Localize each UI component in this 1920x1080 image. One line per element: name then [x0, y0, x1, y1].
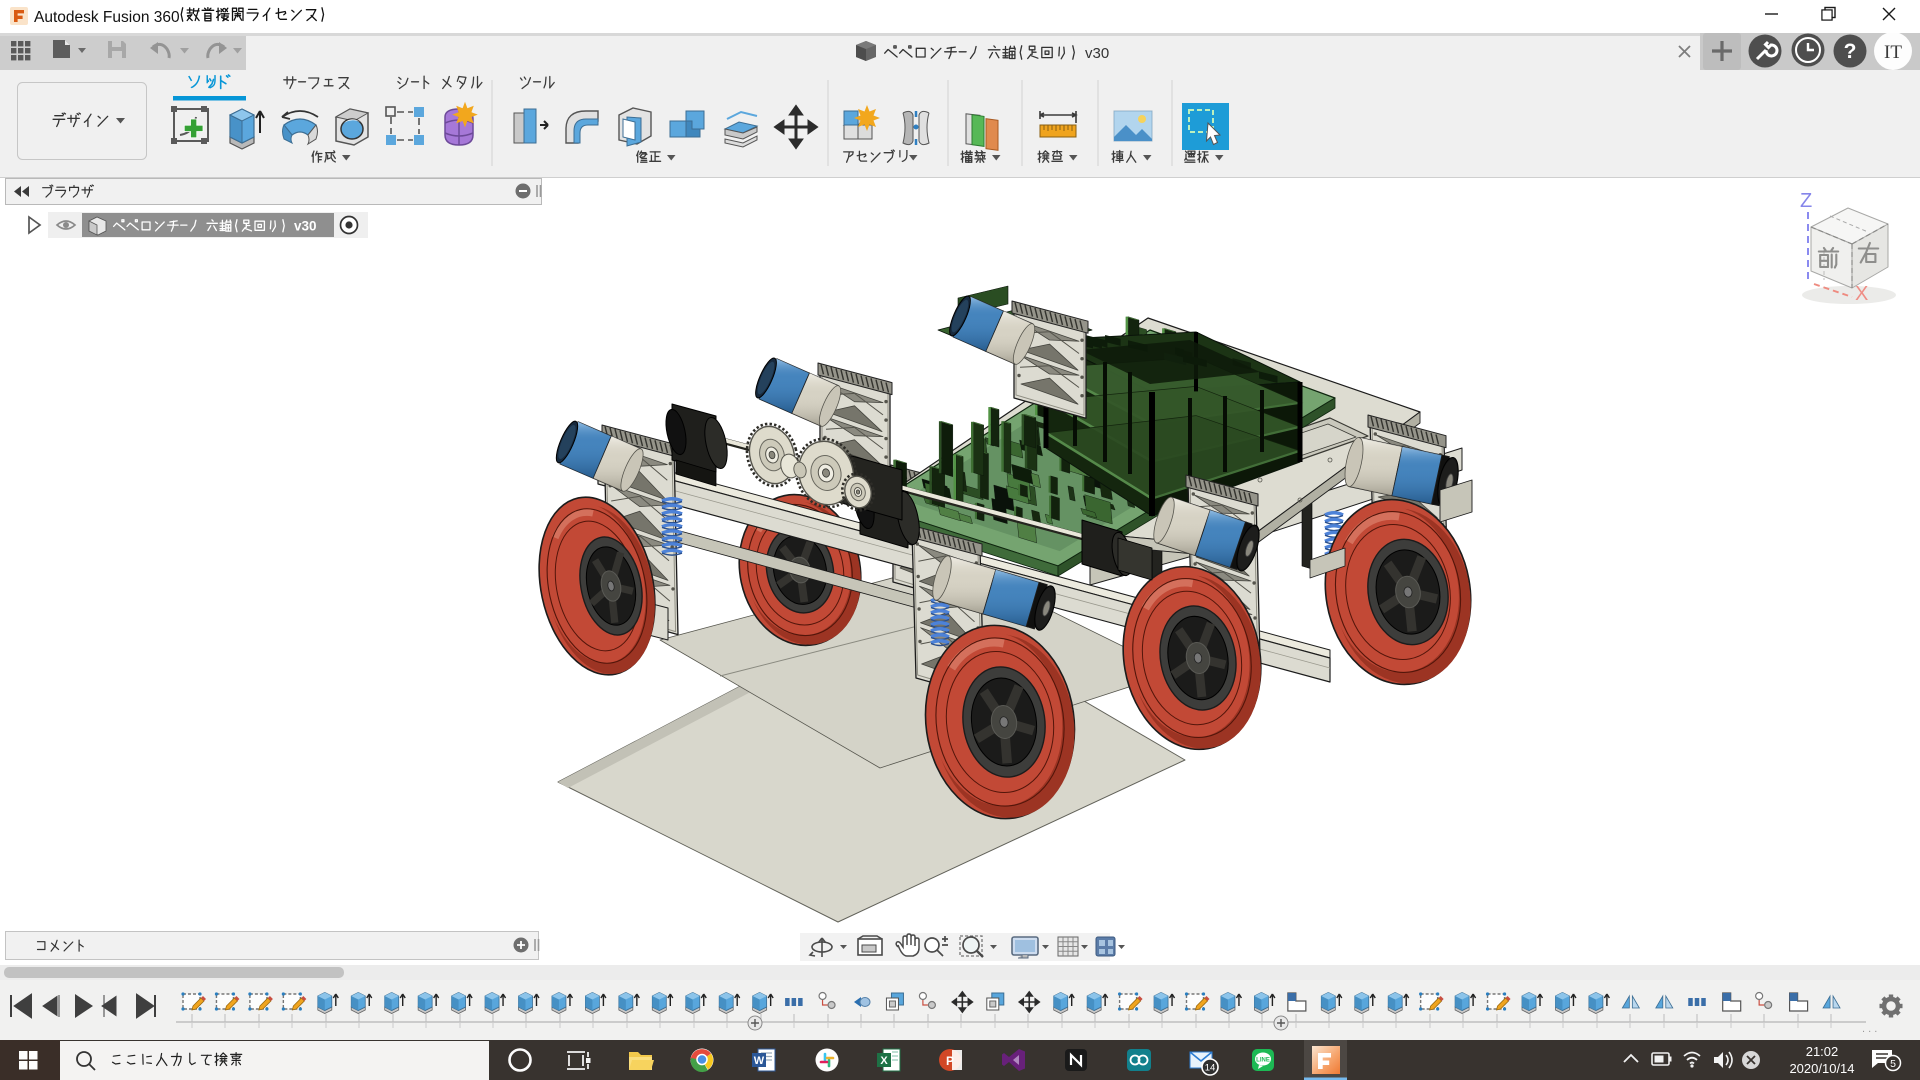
svg-text:P: P	[946, 1054, 954, 1068]
svg-text:21:02: 21:02	[1806, 1044, 1839, 1059]
svg-text:X: X	[1855, 283, 1868, 305]
svg-text:X: X	[880, 1055, 888, 1067]
svg-text:2020/10/14: 2020/10/14	[1789, 1061, 1854, 1076]
svg-text:W: W	[754, 1055, 765, 1067]
svg-text:5: 5	[1890, 1058, 1896, 1070]
svg-text:LINE: LINE	[1256, 1058, 1270, 1064]
svg-text:14: 14	[1205, 1063, 1216, 1074]
svg-text:. . .: . . .	[1862, 1023, 1877, 1035]
svg-text:Z: Z	[1800, 190, 1812, 212]
svg-text:v30: v30	[294, 219, 317, 234]
